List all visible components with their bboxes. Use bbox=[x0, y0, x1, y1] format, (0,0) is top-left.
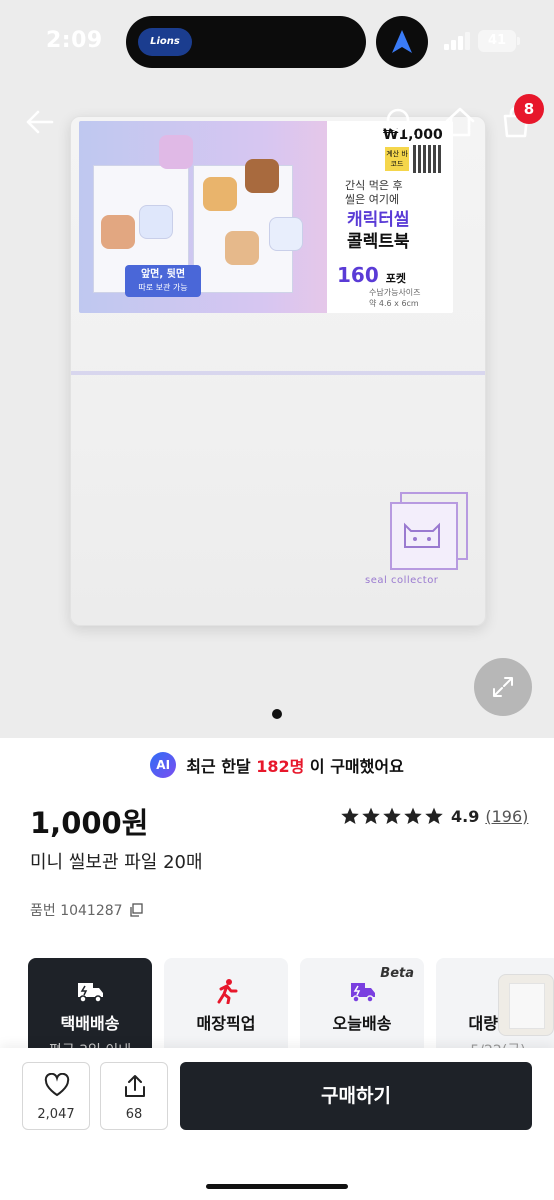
product-rating[interactable]: 4.9 (196) bbox=[340, 806, 528, 826]
label-title: 캐릭터씰 콜렉트북 bbox=[347, 209, 410, 253]
expand-image-button[interactable] bbox=[474, 658, 532, 716]
calc-barcode-label: 계산 바코드 bbox=[385, 147, 409, 171]
product-name: 미니 씰보관 파일 20매 bbox=[30, 852, 203, 873]
sticker-art bbox=[269, 217, 303, 251]
battery-indicator: 41 bbox=[478, 30, 520, 52]
carousel-page-indicator[interactable] bbox=[272, 709, 282, 719]
beta-badge: Beta bbox=[380, 966, 414, 981]
label-info-panel: ₩1,000 계산 바코드 간식 먹은 후 씰은 여기에 캐릭터씰 콜렉트북 1… bbox=[327, 121, 453, 313]
product-image-carousel[interactable]: 앞면, 뒷면 따로 보관 가능 ₩1,000 계산 바코드 간식 먹은 후 씰은… bbox=[0, 0, 554, 738]
front-back-label: 앞면, 뒷면 bbox=[140, 269, 186, 280]
home-icon[interactable] bbox=[442, 104, 478, 140]
dynamic-island: Lions bbox=[126, 16, 366, 68]
sticker-art bbox=[203, 177, 237, 211]
delivery-option-pickup[interactable]: 매장픽업 bbox=[164, 958, 288, 1058]
qr-code-icon bbox=[413, 145, 441, 173]
status-bar: 2:09 Lions 41 bbox=[0, 0, 554, 84]
item-number: 품번 1041287 bbox=[30, 900, 143, 920]
runner-icon bbox=[217, 979, 238, 1004]
share-icon bbox=[125, 1075, 145, 1097]
ai-banner-prefix: 최근 한달 bbox=[186, 757, 257, 776]
star-icon bbox=[362, 807, 380, 824]
navigation-arrow-icon bbox=[392, 30, 412, 53]
team-logo-icon: Lions bbox=[138, 28, 192, 56]
pocket-size-text: 수납가능사이즈 약 4.6 x 6cm bbox=[369, 288, 421, 308]
product-photo: 앞면, 뒷면 따로 보관 가능 ₩1,000 계산 바코드 간식 먹은 후 씰은… bbox=[70, 116, 486, 626]
review-count-link[interactable]: (196) bbox=[485, 807, 528, 826]
binder-elastic-band bbox=[71, 371, 485, 375]
heart-icon bbox=[44, 1073, 70, 1097]
brand-text: seal collector bbox=[365, 575, 439, 586]
truck-icon bbox=[78, 983, 103, 1003]
cat-logo-icon bbox=[390, 492, 468, 570]
expand-icon bbox=[493, 677, 513, 697]
delivery-option-bulk[interactable]: 대량주문 5/22(금) bbox=[436, 958, 554, 1058]
ai-purchase-banner: AI 최근 한달 182명 이 구매했어요 bbox=[0, 738, 554, 792]
sticker-art bbox=[159, 135, 193, 169]
cart-count-badge: 8 bbox=[514, 94, 544, 124]
status-time: 2:09 bbox=[46, 28, 103, 53]
wishlist-button[interactable]: 2,047 bbox=[22, 1062, 90, 1130]
delivery-option-label: 택배배송 bbox=[60, 1014, 120, 1033]
star-icon bbox=[404, 807, 422, 824]
ai-banner-suffix: 이 구매했어요 bbox=[304, 757, 404, 776]
star-icon bbox=[425, 807, 443, 824]
sticker-art bbox=[101, 215, 135, 249]
front-back-sublabel: 따로 보관 가능 bbox=[138, 283, 188, 292]
front-back-badge: 앞면, 뒷면 따로 보관 가능 bbox=[125, 265, 201, 297]
fast-truck-icon bbox=[351, 983, 375, 1003]
rating-score: 4.9 bbox=[451, 806, 480, 826]
ai-banner-text: 최근 한달 182명 이 구매했어요 bbox=[186, 753, 404, 777]
label-artwork: 앞면, 뒷면 따로 보관 가능 bbox=[79, 121, 327, 313]
buy-button[interactable]: 구매하기 bbox=[180, 1062, 532, 1130]
bottom-action-bar: 2,047 68 구매하기 bbox=[0, 1048, 554, 1200]
item-number-text: 품번 1041287 bbox=[30, 903, 123, 919]
home-indicator bbox=[206, 1184, 348, 1189]
back-arrow-icon[interactable] bbox=[22, 104, 58, 140]
pocket-count: 160 포켓 bbox=[337, 263, 406, 287]
delivery-option-parcel[interactable]: 택배배송 평균 3일 이내 bbox=[28, 958, 152, 1058]
label-tagline: 간식 먹은 후 씰은 여기에 bbox=[345, 179, 403, 206]
product-label-card: 앞면, 뒷면 따로 보관 가능 ₩1,000 계산 바코드 간식 먹은 후 씰은… bbox=[79, 121, 453, 313]
ai-badge-icon: AI bbox=[150, 752, 177, 778]
delivery-option-label: 오늘배송 bbox=[332, 1014, 392, 1033]
delivery-option-label: 매장픽업 bbox=[196, 1014, 256, 1033]
sticker-art bbox=[245, 159, 279, 193]
sticker-art bbox=[225, 231, 259, 265]
delivery-options: 택배배송 평균 3일 이내 매장픽업 Beta 오늘배송 대량주문 5/22(금… bbox=[28, 958, 554, 1058]
share-button[interactable]: 68 bbox=[100, 1062, 168, 1130]
delivery-option-today[interactable]: Beta 오늘배송 bbox=[300, 958, 424, 1058]
sticker-art bbox=[139, 205, 173, 239]
ai-banner-highlight: 182명 bbox=[256, 757, 305, 776]
copy-icon[interactable] bbox=[129, 903, 143, 917]
product-price: 1,000원 bbox=[30, 806, 149, 840]
product-thumbnail[interactable] bbox=[498, 974, 554, 1036]
star-icon bbox=[341, 807, 359, 824]
label-title-line1: 캐릭터씰 bbox=[347, 210, 410, 230]
pocket-count-value: 160 bbox=[337, 263, 379, 287]
share-count: 68 bbox=[125, 1107, 143, 1122]
navigation-indicator bbox=[376, 16, 428, 68]
rating-stars bbox=[340, 806, 445, 826]
label-title-line2: 콜렉트북 bbox=[347, 232, 410, 252]
search-icon[interactable] bbox=[382, 104, 418, 140]
wishlist-count: 2,047 bbox=[37, 1107, 75, 1122]
signal-icon bbox=[444, 32, 470, 50]
star-icon bbox=[383, 807, 401, 824]
pocket-count-unit: 포켓 bbox=[385, 272, 406, 285]
